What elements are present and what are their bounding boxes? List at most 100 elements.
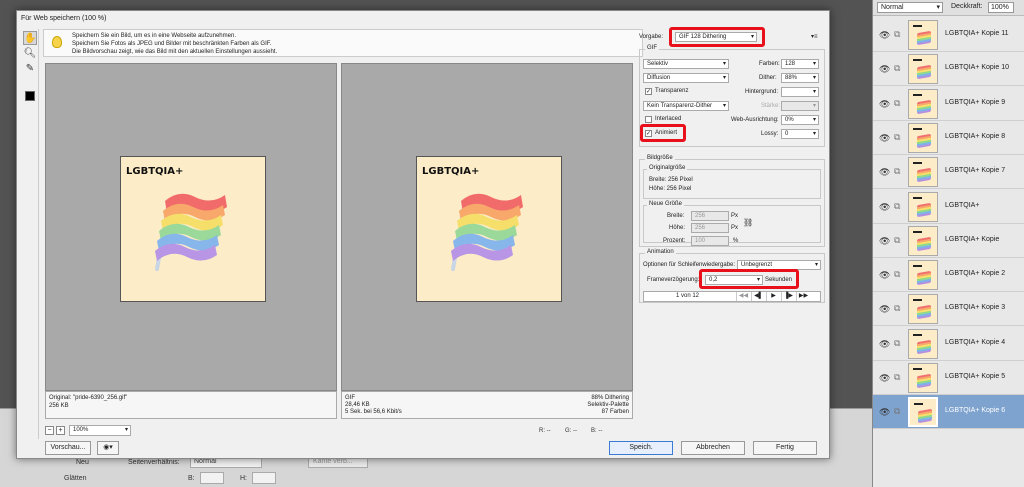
layer-row[interactable]: 👁︎ ⧉ LGBTQIA+ Kopie 10 [873, 52, 1024, 87]
websnap-field[interactable]: 0% [781, 115, 819, 125]
smooth-label[interactable]: Glätten [64, 475, 87, 482]
eyedropper-tool-icon[interactable]: ✎ [23, 62, 37, 76]
animated-highlight [640, 124, 686, 142]
dither-algorithm-select[interactable]: Diffusion [643, 73, 729, 83]
layer-row[interactable]: 👁︎ ⧉ LGBTQIA+ Kopie 7 [873, 155, 1024, 190]
original-size: 256 KB [49, 403, 69, 409]
play-button[interactable]: ▶ [766, 292, 780, 301]
interlaced-label: Interlaced [655, 116, 682, 122]
original-preview-pane[interactable]: LGBTQIA+ [45, 63, 337, 391]
percent-field[interactable]: 100 [691, 236, 729, 246]
layer-name[interactable]: LGBTQIA+ Kopie 6 [945, 407, 1005, 414]
layer-link-icon[interactable]: ⧉ [894, 63, 900, 74]
layer-name[interactable]: LGBTQIA+ Kopie 4 [945, 339, 1005, 346]
lossy-field[interactable]: 0 [781, 129, 819, 139]
visibility-eye-icon[interactable]: 👁︎ [879, 373, 890, 384]
matte-label: Hintergrund: [745, 89, 779, 95]
next-frame-button[interactable]: ▐▶ [781, 292, 795, 301]
visibility-eye-icon[interactable]: 👁︎ [879, 407, 890, 418]
layer-link-icon[interactable]: ⧉ [894, 235, 900, 246]
transparency-dither-select[interactable]: Kein Transparenz-Dither [643, 101, 729, 111]
layer-link-icon[interactable]: ⧉ [894, 132, 900, 143]
save-button[interactable]: Speich. [609, 441, 673, 455]
original-info: Original: "pride-6390_256.gif" 256 KB [45, 391, 337, 419]
visibility-eye-icon[interactable]: 👁︎ [879, 202, 890, 213]
width-field[interactable] [200, 472, 224, 484]
interlaced-checkbox[interactable] [645, 116, 652, 123]
layer-name[interactable]: LGBTQIA+ Kopie 3 [945, 304, 1005, 311]
optimized-preview-pane[interactable]: LGBTQIA+ [341, 63, 633, 391]
eyedropper-color-swatch[interactable] [25, 91, 35, 101]
original-size-group [643, 169, 821, 199]
layer-link-icon[interactable]: ⧉ [894, 338, 900, 349]
optimized-image: LGBTQIA+ [416, 156, 562, 302]
visibility-eye-icon[interactable]: 👁︎ [879, 64, 890, 75]
visibility-eye-icon[interactable]: 👁︎ [879, 270, 890, 281]
visibility-eye-icon[interactable]: 👁︎ [879, 133, 890, 144]
browser-preview-icon[interactable]: ◉▾ [97, 441, 119, 455]
info-line-1: Speichern Sie ein Bild, um es in eine We… [72, 33, 236, 39]
original-width: Breite: 256 Pixel [649, 177, 693, 183]
new-height-field[interactable]: 256 [691, 223, 729, 233]
preset-menu-icon[interactable]: ▾≡ [811, 33, 818, 40]
layer-row[interactable]: 👁︎ ⧉ LGBTQIA+ Kopie [873, 223, 1024, 258]
zoom-tool-icon[interactable]: 🔍︎ [23, 47, 37, 61]
cancel-button[interactable]: Abbrechen [681, 441, 745, 455]
visibility-eye-icon[interactable]: 👁︎ [879, 339, 890, 350]
dither-field[interactable]: 88% [781, 73, 819, 83]
palette-select[interactable]: Selektiv [643, 59, 729, 69]
first-frame-button[interactable]: ◀◀ [736, 292, 750, 301]
done-button[interactable]: Fertig [753, 441, 817, 455]
layer-link-icon[interactable]: ⧉ [894, 201, 900, 212]
layer-link-icon[interactable]: ⧉ [894, 269, 900, 280]
original-image: LGBTQIA+ [120, 156, 266, 302]
layer-row[interactable]: 👁︎ ⧉ LGBTQIA+ Kopie 4 [873, 326, 1024, 361]
height-field[interactable] [252, 472, 276, 484]
constrain-link-icon[interactable]: ⛓ [743, 218, 753, 227]
blend-mode-select[interactable]: Normal [877, 2, 943, 13]
layer-name[interactable]: LGBTQIA+ Kopie 5 [945, 373, 1005, 380]
layer-name[interactable]: LGBTQIA+ Kopie 2 [945, 270, 1005, 277]
optimized-size: 28,46 KB [345, 402, 370, 408]
layer-row[interactable]: 👁︎ ⧉ LGBTQIA+ Kopie 8 [873, 120, 1024, 155]
layer-name[interactable]: LGBTQIA+ Kopie [945, 236, 999, 243]
visibility-eye-icon[interactable]: 👁︎ [879, 30, 890, 41]
hand-tool-icon[interactable]: ✋ [23, 31, 37, 45]
layer-name[interactable]: LGBTQIA+ Kopie 11 [945, 30, 1009, 37]
layer-link-icon[interactable]: ⧉ [894, 372, 900, 383]
opacity-field[interactable]: 100% [988, 2, 1014, 13]
layer-row[interactable]: 👁︎ ⧉ LGBTQIA+ Kopie 9 [873, 86, 1024, 121]
layer-row[interactable]: 👁︎ ⧉ LGBTQIA+ Kopie 11 [873, 18, 1024, 52]
layer-row[interactable]: 👁︎ ⧉ LGBTQIA+ [873, 189, 1024, 224]
layer-link-icon[interactable]: ⧉ [894, 98, 900, 109]
visibility-eye-icon[interactable]: 👁︎ [879, 236, 890, 247]
layer-link-icon[interactable]: ⧉ [894, 406, 900, 417]
zoom-in-button[interactable]: + [56, 426, 65, 435]
layer-link-icon[interactable]: ⧉ [894, 303, 900, 314]
zoom-select[interactable]: 100% [69, 425, 131, 436]
layer-name[interactable]: LGBTQIA+ [945, 202, 979, 209]
previous-frame-button[interactable]: ◀▌ [751, 292, 765, 301]
layer-row[interactable]: 👁︎ ⧉ LGBTQIA+ Kopie 2 [873, 258, 1024, 293]
preview-button[interactable]: Vorschau... [45, 441, 91, 455]
layers-panel: Normal Deckkraft: 100% 👁︎ ⧉ LGBTQIA+ Kopie… [872, 0, 1024, 487]
layer-row[interactable]: 👁︎ ⧉ LGBTQIA+ Kopie 6 [873, 395, 1024, 430]
new-label[interactable]: Neu [76, 459, 89, 466]
visibility-eye-icon[interactable]: 👁︎ [879, 99, 890, 110]
new-width-field[interactable]: 256 [691, 211, 729, 221]
colors-field[interactable]: 128 [781, 59, 819, 69]
layer-row[interactable]: 👁︎ ⧉ LGBTQIA+ Kopie 3 [873, 292, 1024, 327]
transparency-checkbox[interactable]: ✓ [645, 88, 652, 95]
visibility-eye-icon[interactable]: 👁︎ [879, 167, 890, 178]
layer-row[interactable]: 👁︎ ⧉ LGBTQIA+ Kopie 5 [873, 361, 1024, 395]
layer-name[interactable]: LGBTQIA+ Kopie 10 [945, 64, 1009, 71]
visibility-eye-icon[interactable]: 👁︎ [879, 304, 890, 315]
last-frame-button[interactable]: ▶▶ [796, 292, 810, 301]
zoom-out-button[interactable]: − [45, 426, 54, 435]
layer-link-icon[interactable]: ⧉ [894, 166, 900, 177]
layer-name[interactable]: LGBTQIA+ Kopie 8 [945, 133, 1005, 140]
layer-name[interactable]: LGBTQIA+ Kopie 9 [945, 99, 1005, 106]
layer-name[interactable]: LGBTQIA+ Kopie 7 [945, 167, 1005, 174]
layer-link-icon[interactable]: ⧉ [894, 29, 900, 40]
matte-select[interactable] [781, 87, 819, 97]
